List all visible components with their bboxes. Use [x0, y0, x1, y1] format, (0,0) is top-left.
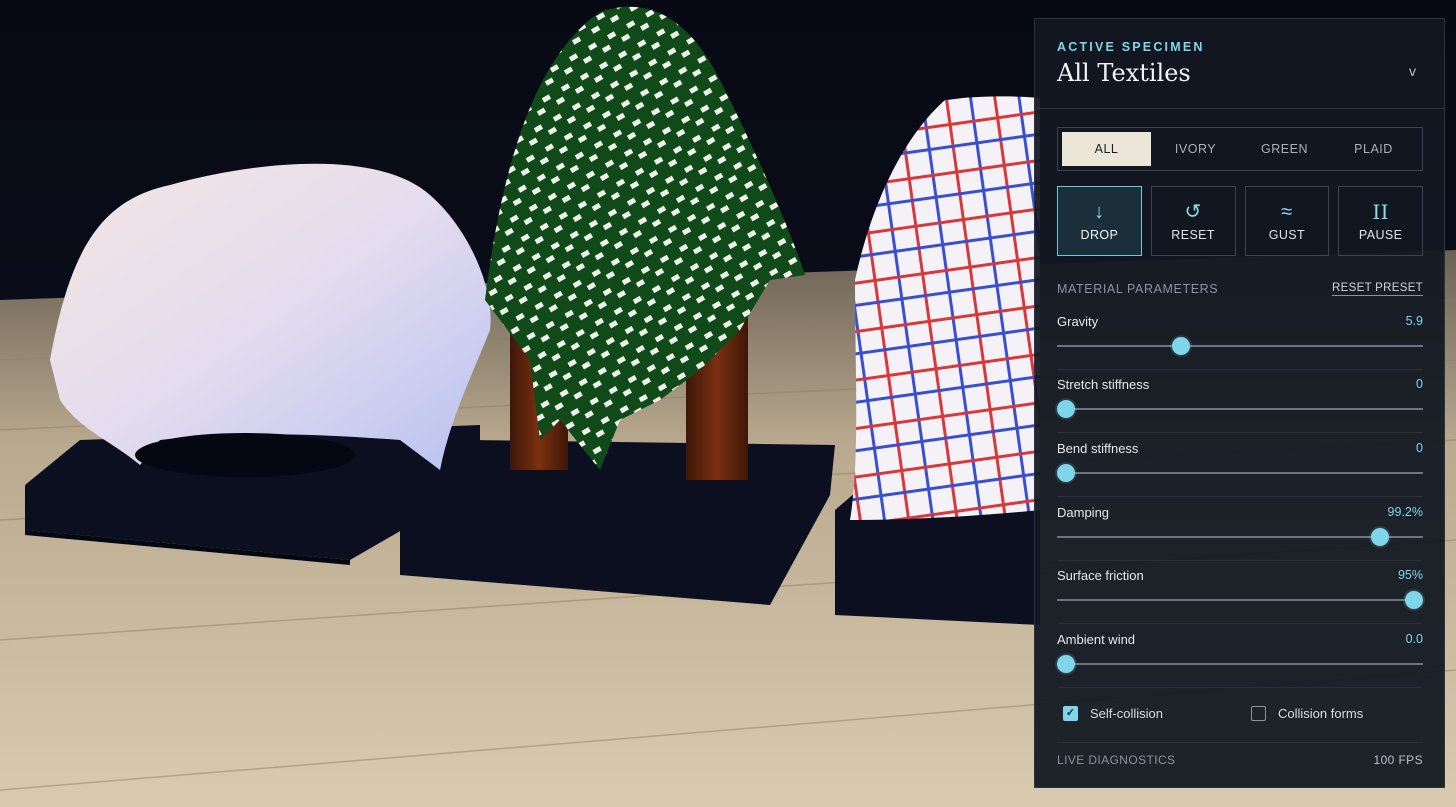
specimen-tabs: ALL IVORY GREEN PLAID: [1057, 127, 1423, 171]
param-gravity: Gravity 5.9: [1057, 306, 1423, 370]
tab-ivory[interactable]: IVORY: [1151, 132, 1240, 166]
drop-button[interactable]: ↓ DROP: [1057, 186, 1142, 256]
slider-track[interactable]: [1057, 472, 1423, 474]
tab-green[interactable]: GREEN: [1240, 132, 1329, 166]
pause-button[interactable]: II PAUSE: [1338, 186, 1423, 256]
param-ambient-wind: Ambient wind 0.0: [1057, 624, 1423, 688]
collision-forms-label: Collision forms: [1278, 706, 1364, 721]
slider-thumb[interactable]: [1370, 528, 1389, 546]
reset-icon: ↺: [1184, 200, 1202, 223]
header-label: ACTIVE SPECIMEN: [1057, 40, 1205, 54]
reset-preset-link[interactable]: RESET PRESET: [1332, 282, 1423, 296]
param-label: Stretch stiffness: [1057, 377, 1150, 392]
param-label: Ambient wind: [1057, 632, 1136, 647]
gust-wave-icon: ≈: [1281, 200, 1293, 223]
self-collision-toggle[interactable]: ✓ Self-collision: [1063, 706, 1163, 721]
material-parameters-heading: MATERIAL PARAMETERS RESET PRESET: [1057, 282, 1423, 296]
specimen-title: All Textiles: [1057, 59, 1191, 87]
control-panel: ACTIVE SPECIMEN All Textiles v ALL IVORY…: [1034, 18, 1445, 788]
param-value: 99.2%: [1387, 505, 1423, 519]
fps-readout: 100 FPS: [1373, 753, 1423, 767]
checkbox-checked-icon[interactable]: ✓: [1063, 706, 1078, 721]
param-value: 0: [1416, 441, 1423, 455]
param-label: Damping: [1057, 505, 1110, 520]
live-diagnostics: LIVE DIAGNOSTICS 100 FPS: [1057, 742, 1423, 767]
collision-toggles: ✓ Self-collision Collision forms: [1057, 706, 1423, 734]
reset-button[interactable]: ↺ RESET: [1150, 186, 1236, 256]
slider-track[interactable]: [1057, 599, 1423, 601]
gust-button[interactable]: ≈ GUST: [1244, 186, 1330, 256]
slider-thumb[interactable]: [1172, 337, 1191, 355]
param-value: 95%: [1397, 568, 1423, 582]
self-collision-label: Self-collision: [1090, 706, 1163, 721]
param-label: Gravity: [1057, 314, 1099, 329]
gust-button-label: GUST: [1268, 227, 1306, 242]
slider-track[interactable]: [1057, 408, 1423, 410]
slider-thumb[interactable]: [1057, 400, 1076, 418]
specimen-header[interactable]: ACTIVE SPECIMEN All Textiles v: [1035, 19, 1444, 109]
section-title: MATERIAL PARAMETERS: [1057, 282, 1219, 296]
slider-thumb[interactable]: [1057, 655, 1076, 673]
action-buttons: ↓ DROP ↺ RESET ≈ GUST II PAUSE: [1057, 186, 1423, 256]
param-surface-friction: Surface friction 95%: [1057, 560, 1423, 624]
checkbox-unchecked-icon[interactable]: [1251, 706, 1266, 721]
slider-thumb[interactable]: [1057, 464, 1076, 482]
chevron-down-icon[interactable]: v: [1409, 63, 1416, 79]
param-label: Surface friction: [1057, 568, 1144, 583]
param-label: Bend stiffness: [1057, 441, 1139, 456]
collision-forms-toggle[interactable]: Collision forms: [1251, 706, 1363, 721]
param-value: 0.0: [1405, 632, 1423, 646]
diagnostics-label: LIVE DIAGNOSTICS: [1057, 753, 1176, 767]
slider-track[interactable]: [1057, 345, 1423, 347]
tab-all[interactable]: ALL: [1062, 132, 1151, 166]
param-stretch-stiffness: Stretch stiffness 0: [1057, 369, 1423, 433]
pause-button-label: PAUSE: [1358, 227, 1403, 242]
slider-track[interactable]: [1057, 536, 1423, 538]
slider-track[interactable]: [1057, 663, 1423, 665]
param-value: 0: [1416, 377, 1423, 391]
tab-plaid[interactable]: PLAID: [1329, 132, 1418, 166]
param-damping: Damping 99.2%: [1057, 497, 1423, 561]
param-value: 5.9: [1405, 314, 1423, 328]
slider-thumb[interactable]: [1404, 591, 1423, 609]
drop-arrow-icon: ↓: [1094, 200, 1105, 223]
pause-icon: II: [1372, 199, 1389, 224]
drop-button-label: DROP: [1080, 227, 1119, 242]
reset-button-label: RESET: [1171, 227, 1215, 242]
param-bend-stiffness: Bend stiffness 0: [1057, 433, 1423, 497]
